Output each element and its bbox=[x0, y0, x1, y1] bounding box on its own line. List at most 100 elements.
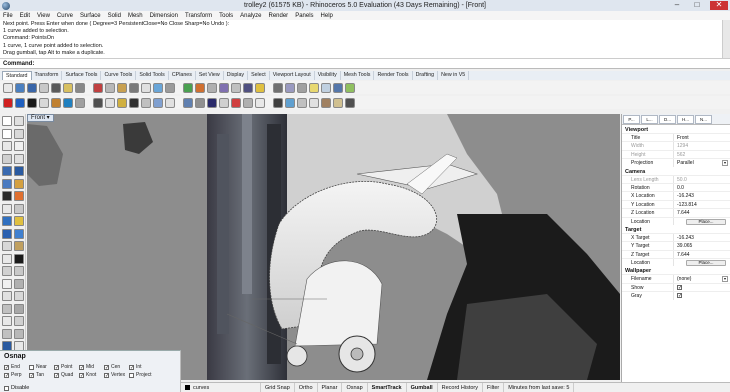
menu-help[interactable]: Help bbox=[321, 13, 333, 19]
left-toolbar-command-icon[interactable] bbox=[14, 241, 24, 251]
toolbar-command-icon[interactable] bbox=[183, 82, 193, 93]
toolbar-command-icon[interactable] bbox=[297, 82, 307, 93]
menu-mesh[interactable]: Mesh bbox=[128, 13, 143, 19]
osnap-disable-checkbox[interactable] bbox=[4, 385, 9, 391]
osnap-option[interactable]: ✓ Perp bbox=[4, 371, 29, 379]
toolbar-command-icon[interactable] bbox=[219, 82, 229, 93]
front-viewport[interactable]: Front ▾ bbox=[27, 114, 620, 380]
toolbar-command-icon[interactable] bbox=[195, 97, 205, 108]
minimize-button[interactable]: – bbox=[670, 1, 684, 10]
dropdown-arrow-icon[interactable]: ▾ bbox=[722, 276, 728, 283]
tab-drafting[interactable]: Drafting bbox=[413, 71, 439, 80]
toolbar-command-icon[interactable] bbox=[39, 82, 49, 93]
property-value[interactable]: Place... bbox=[673, 217, 730, 225]
osnap-checkbox[interactable]: ✓ bbox=[129, 364, 134, 370]
left-toolbar-command-icon[interactable] bbox=[14, 228, 24, 239]
toolbar-command-icon[interactable] bbox=[273, 82, 283, 93]
property-value[interactable]: 0.0 bbox=[673, 183, 730, 192]
toolbar-command-icon[interactable] bbox=[309, 97, 319, 108]
osnap-checkbox[interactable]: ✓ bbox=[104, 364, 109, 370]
current-layer[interactable]: curves bbox=[181, 382, 261, 392]
toolbar-command-icon[interactable] bbox=[105, 82, 115, 93]
tab-render-tools[interactable]: Render Tools bbox=[374, 71, 413, 80]
tab-curve-tools[interactable]: Curve Tools bbox=[101, 71, 137, 80]
toolbar-command-icon[interactable] bbox=[165, 82, 175, 93]
toolbar-command-icon[interactable] bbox=[129, 97, 139, 108]
trolley-wheel-rear[interactable] bbox=[286, 345, 308, 367]
left-toolbar-command-icon[interactable] bbox=[2, 266, 12, 276]
left-toolbar-command-icon[interactable] bbox=[14, 203, 24, 214]
toolbar-command-icon[interactable] bbox=[117, 97, 127, 108]
osnap-option[interactable]: ✓ End bbox=[4, 363, 29, 371]
menu-file[interactable]: File bbox=[3, 13, 13, 19]
menu-tools[interactable]: Tools bbox=[219, 13, 233, 19]
property-checkbox[interactable]: ✓ bbox=[677, 285, 682, 291]
left-toolbar-command-icon[interactable] bbox=[2, 291, 12, 301]
toolbar-command-icon[interactable] bbox=[255, 97, 265, 108]
toolbar-command-icon[interactable] bbox=[51, 97, 61, 108]
left-toolbar-command-icon[interactable] bbox=[14, 328, 24, 339]
left-toolbar-command-icon[interactable] bbox=[14, 266, 24, 276]
osnap-checkbox[interactable]: ✓ bbox=[29, 372, 34, 378]
viewport-title-tab[interactable]: Front ▾ bbox=[27, 114, 54, 122]
command-history-scrollbar[interactable] bbox=[722, 20, 730, 58]
toolbar-command-icon[interactable] bbox=[321, 97, 331, 108]
left-toolbar-command-icon[interactable] bbox=[2, 228, 12, 239]
status-record-history[interactable]: Record History bbox=[438, 382, 484, 392]
left-toolbar-command-icon[interactable] bbox=[14, 191, 24, 201]
toolbar-command-icon[interactable] bbox=[27, 82, 37, 93]
property-value[interactable]: ✓ bbox=[673, 283, 730, 292]
menu-dimension[interactable]: Dimension bbox=[150, 13, 178, 19]
property-value[interactable]: 7.644 bbox=[673, 209, 730, 217]
toolbar-command-icon[interactable] bbox=[219, 97, 229, 108]
left-toolbar-command-icon[interactable] bbox=[2, 253, 12, 264]
place-button[interactable]: Place... bbox=[686, 260, 726, 267]
osnap-option[interactable]: Project bbox=[129, 371, 154, 379]
status-gumball[interactable]: Gumball bbox=[407, 382, 438, 392]
property-value[interactable]: Place... bbox=[673, 259, 730, 267]
tab-standard[interactable]: Standard bbox=[2, 71, 32, 80]
left-toolbar-command-icon[interactable] bbox=[2, 128, 12, 139]
status-planar[interactable]: Planar bbox=[318, 382, 343, 392]
property-checkbox[interactable]: ✓ bbox=[677, 293, 682, 299]
properties-tab[interactable]: L... bbox=[641, 115, 658, 124]
toolbar-command-icon[interactable] bbox=[207, 97, 217, 108]
property-value[interactable]: (none) ▾ bbox=[673, 275, 730, 283]
toolbar-command-icon[interactable] bbox=[231, 82, 241, 93]
tab-cplanes[interactable]: CPlanes bbox=[169, 71, 196, 80]
toolbar-command-icon[interactable] bbox=[183, 97, 193, 108]
toolbar-command-icon[interactable] bbox=[321, 82, 331, 93]
menu-analyze[interactable]: Analyze bbox=[240, 13, 261, 19]
osnap-option[interactable]: ✓ Cen bbox=[104, 363, 129, 371]
menu-curve[interactable]: Curve bbox=[57, 13, 73, 19]
toolbar-command-icon[interactable] bbox=[15, 97, 25, 108]
left-toolbar-command-icon[interactable] bbox=[14, 153, 24, 164]
command-prompt[interactable]: Command: bbox=[0, 59, 730, 69]
osnap-option[interactable]: Near bbox=[29, 363, 54, 371]
toolbar-command-icon[interactable] bbox=[141, 97, 151, 108]
toolbar-command-icon[interactable] bbox=[243, 97, 253, 108]
toolbar-command-icon[interactable] bbox=[255, 82, 265, 93]
left-toolbar-command-icon[interactable] bbox=[14, 116, 24, 126]
toolbar-command-icon[interactable] bbox=[75, 97, 85, 108]
left-toolbar-command-icon[interactable] bbox=[2, 278, 12, 289]
toolbar-command-icon[interactable] bbox=[309, 82, 319, 93]
menu-edit[interactable]: Edit bbox=[20, 13, 30, 19]
toolbar-command-icon[interactable] bbox=[285, 97, 295, 108]
toolbar-command-icon[interactable] bbox=[153, 82, 163, 93]
properties-tab[interactable]: P... bbox=[623, 115, 640, 124]
toolbar-command-icon[interactable] bbox=[195, 82, 205, 93]
osnap-option[interactable]: ✓ Point bbox=[54, 363, 79, 371]
toolbar-command-icon[interactable] bbox=[231, 97, 241, 108]
osnap-disable[interactable]: Disable bbox=[4, 385, 29, 391]
toolbar-command-icon[interactable] bbox=[345, 97, 355, 108]
toolbar-command-icon[interactable] bbox=[165, 97, 175, 108]
left-toolbar-command-icon[interactable] bbox=[2, 191, 12, 201]
left-toolbar-command-icon[interactable] bbox=[2, 328, 12, 339]
toolbar-command-icon[interactable] bbox=[345, 82, 355, 93]
left-toolbar-command-icon[interactable] bbox=[14, 291, 24, 301]
left-toolbar-command-icon[interactable] bbox=[14, 303, 24, 314]
tab-set-view[interactable]: Set View bbox=[196, 71, 224, 80]
left-toolbar-command-icon[interactable] bbox=[2, 141, 12, 151]
toolbar-command-icon[interactable] bbox=[93, 97, 103, 108]
